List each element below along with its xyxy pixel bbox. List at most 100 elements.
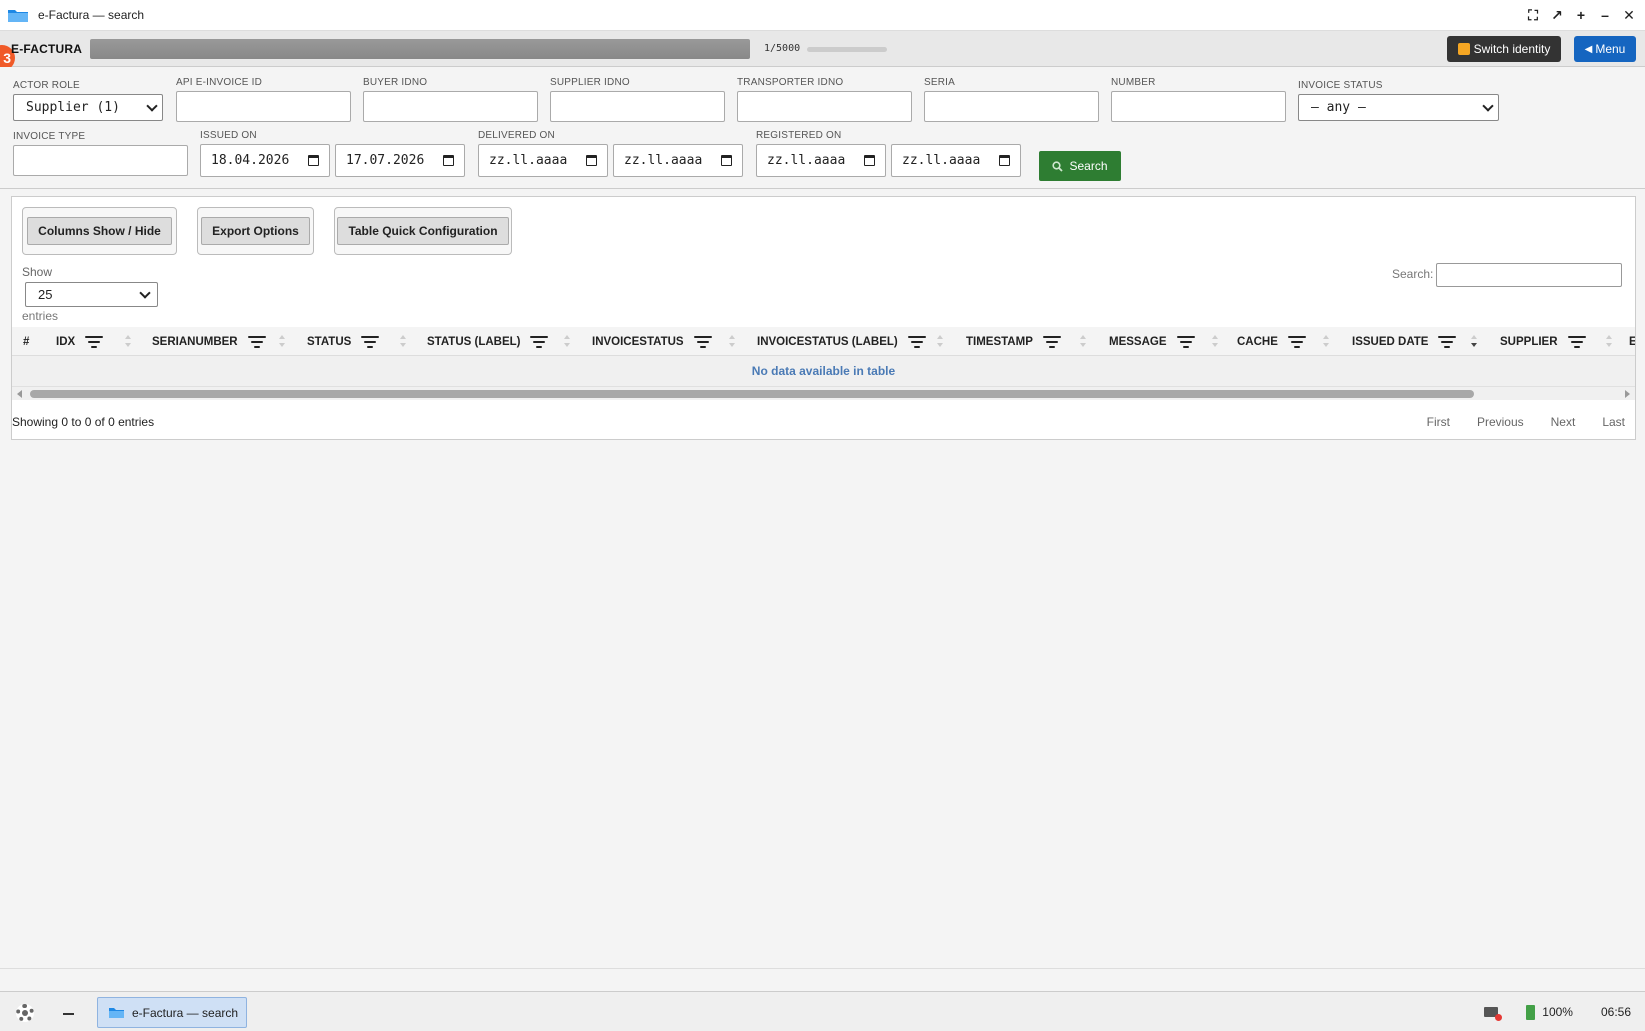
sort-icon[interactable] bbox=[1605, 335, 1613, 349]
restore-icon[interactable]: ↗ bbox=[1549, 6, 1565, 24]
invoice-status-field: INVOICE STATUS — any — bbox=[1298, 80, 1499, 121]
number-field: NUMBER bbox=[1111, 77, 1286, 122]
scroll-right-icon[interactable] bbox=[1625, 390, 1630, 398]
battery-icon[interactable] bbox=[1526, 1004, 1536, 1020]
filter-icon[interactable] bbox=[693, 335, 712, 348]
sort-icon[interactable] bbox=[278, 335, 286, 349]
seria-input[interactable] bbox=[924, 91, 1099, 122]
sort-icon[interactable] bbox=[728, 335, 736, 349]
entries-label: entries bbox=[22, 309, 59, 323]
number-input[interactable] bbox=[1111, 91, 1286, 122]
filter-icon[interactable] bbox=[1438, 335, 1457, 348]
registered-to-input[interactable]: zz.ll.aaaa bbox=[891, 144, 1021, 177]
maximize-icon[interactable]: + bbox=[1573, 6, 1589, 24]
column-header[interactable]: STATUS bbox=[307, 327, 380, 355]
filter-icon[interactable] bbox=[1567, 335, 1586, 348]
horizontal-scrollbar[interactable] bbox=[12, 386, 1635, 400]
column-header[interactable]: MESSAGE bbox=[1109, 327, 1195, 355]
column-header[interactable]: # bbox=[23, 327, 29, 355]
calendar-icon[interactable] bbox=[864, 155, 875, 166]
pagination: First Previous Next Last bbox=[1427, 415, 1625, 429]
supplier-idno-input[interactable] bbox=[550, 91, 725, 122]
column-header[interactable]: INVOICESTATUS bbox=[592, 327, 712, 355]
column-header[interactable]: SUPPLIER bbox=[1500, 327, 1586, 355]
sort-desc-icon[interactable] bbox=[1470, 335, 1478, 349]
filter-icon[interactable] bbox=[1287, 335, 1306, 348]
delivered-on-label: DELIVERED ON bbox=[478, 130, 555, 141]
gear-icon[interactable] bbox=[16, 1004, 34, 1022]
sort-icon[interactable] bbox=[399, 335, 407, 349]
scroll-left-icon[interactable] bbox=[17, 390, 22, 398]
delivered-to-value: zz.ll.aaaa bbox=[624, 153, 703, 168]
page-length-select[interactable]: 25 bbox=[25, 282, 158, 307]
delivered-to-input[interactable]: zz.ll.aaaa bbox=[613, 144, 743, 177]
folder-icon bbox=[7, 7, 29, 23]
filter-icon[interactable] bbox=[247, 335, 266, 348]
filter-icon[interactable] bbox=[1042, 335, 1061, 348]
pager-first[interactable]: First bbox=[1427, 415, 1450, 429]
filter-icon[interactable] bbox=[85, 335, 104, 348]
column-header[interactable]: ISSUED DATE bbox=[1352, 327, 1457, 355]
table-quick-config-button[interactable]: Table Quick Configuration bbox=[337, 217, 509, 245]
battery-percentage: 100% bbox=[1542, 1005, 1573, 1019]
delivered-from-input[interactable]: zz.ll.aaaa bbox=[478, 144, 608, 177]
transporter-idno-input[interactable] bbox=[737, 91, 912, 122]
taskbar: e-Factura — search 100% 06:56 bbox=[0, 991, 1645, 1031]
registered-from-input[interactable]: zz.ll.aaaa bbox=[756, 144, 886, 177]
fullscreen-icon[interactable]: ⛶ bbox=[1525, 6, 1541, 24]
chevron-down-icon bbox=[146, 99, 158, 112]
sort-icon[interactable] bbox=[936, 335, 944, 349]
export-options-button[interactable]: Export Options bbox=[201, 217, 310, 245]
filter-icon[interactable] bbox=[907, 335, 926, 348]
close-icon[interactable]: ✕ bbox=[1621, 6, 1637, 24]
filter-icon[interactable] bbox=[1176, 335, 1195, 348]
sort-icon[interactable] bbox=[1322, 335, 1330, 349]
sort-icon[interactable] bbox=[1079, 335, 1087, 349]
sort-icon[interactable] bbox=[563, 335, 571, 349]
scrollbar-thumb[interactable] bbox=[30, 390, 1474, 398]
column-header[interactable]: SERIANUMBER bbox=[152, 327, 266, 355]
calendar-icon[interactable] bbox=[999, 155, 1010, 166]
issued-to-input[interactable]: 17.07.2026 bbox=[335, 144, 465, 177]
network-disconnected-icon[interactable] bbox=[1484, 1007, 1503, 1021]
pager-next[interactable]: Next bbox=[1551, 415, 1576, 429]
column-header[interactable]: INVOICESTATUS (LABEL) bbox=[757, 327, 926, 355]
calendar-icon[interactable] bbox=[721, 155, 732, 166]
invoice-status-select[interactable]: — any — bbox=[1298, 94, 1499, 121]
column-header[interactable]: STATUS (LABEL) bbox=[427, 327, 549, 355]
clock[interactable]: 06:56 bbox=[1601, 1005, 1631, 1019]
calendar-icon[interactable] bbox=[443, 155, 454, 166]
switch-identity-button[interactable]: Switch identity bbox=[1447, 36, 1561, 62]
invoice-type-label: INVOICE TYPE bbox=[13, 131, 86, 142]
content-bottom-border bbox=[0, 968, 1645, 969]
search-button[interactable]: Search bbox=[1039, 151, 1121, 181]
column-header[interactable]: CACHE bbox=[1237, 327, 1306, 355]
column-header[interactable]: IDX bbox=[56, 327, 104, 355]
column-header[interactable]: E bbox=[1629, 327, 1635, 355]
columns-show-hide-button[interactable]: Columns Show / Hide bbox=[27, 217, 172, 245]
minimize-icon[interactable]: – bbox=[1597, 6, 1613, 24]
show-label: Show bbox=[22, 265, 53, 279]
table-search-input[interactable] bbox=[1436, 263, 1622, 287]
chevron-down-icon bbox=[139, 286, 151, 299]
sort-icon[interactable] bbox=[124, 335, 132, 349]
taskbar-item[interactable]: e-Factura — search bbox=[97, 997, 247, 1028]
export-group: Export Options bbox=[197, 207, 314, 255]
invoice-type-input[interactable] bbox=[13, 145, 188, 176]
buyer-idno-input[interactable] bbox=[363, 91, 538, 122]
actor-role-select[interactable]: Supplier (1) bbox=[13, 94, 163, 121]
calendar-icon[interactable] bbox=[586, 155, 597, 166]
app-header: 3 E-FACTURA 1/5000 Switch identity ◀ Men… bbox=[0, 31, 1645, 71]
menu-button[interactable]: ◀ Menu bbox=[1574, 36, 1636, 62]
issued-from-input[interactable]: 18.04.2026 bbox=[200, 144, 330, 177]
filter-icon[interactable] bbox=[361, 335, 380, 348]
minimize-all-icon[interactable] bbox=[63, 1013, 74, 1015]
pager-previous[interactable]: Previous bbox=[1477, 415, 1524, 429]
filter-icon[interactable] bbox=[530, 335, 549, 348]
pager-last[interactable]: Last bbox=[1602, 415, 1625, 429]
sort-icon[interactable] bbox=[1211, 335, 1219, 349]
api-id-input[interactable] bbox=[176, 91, 351, 122]
column-header[interactable]: TIMESTAMP bbox=[966, 327, 1061, 355]
calendar-icon[interactable] bbox=[308, 155, 319, 166]
switch-icon bbox=[1457, 43, 1470, 55]
